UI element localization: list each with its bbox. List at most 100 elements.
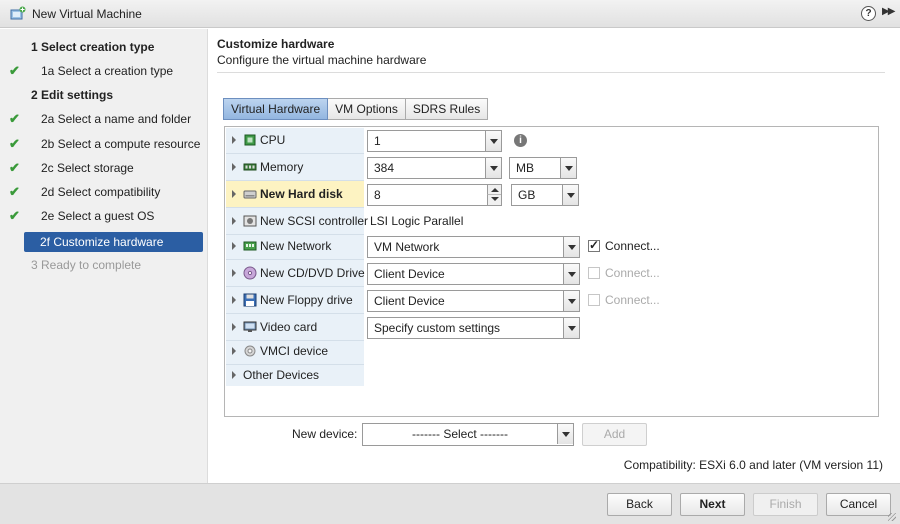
expand-icon[interactable]: ▶▶ <box>882 6 895 17</box>
video-value: Specify custom settings <box>374 321 501 335</box>
tab-vm-options[interactable]: VM Options <box>328 98 406 120</box>
vmci-label: VMCI device <box>260 344 329 358</box>
step-label: 2 Edit settings <box>31 88 114 102</box>
cdrom-select[interactable]: Client Device <box>367 263 580 285</box>
hardware-panel: CPU 1 i Memory 384 MB New Hard disk 8 GB… <box>224 126 879 417</box>
step-select-name-folder[interactable]: ✔ 2a Select a name and folder <box>0 109 208 129</box>
new-device-value: ------- Select ------- <box>412 427 508 441</box>
memory-input[interactable]: 384 <box>367 157 502 179</box>
hard-disk-label: New Hard disk <box>260 187 343 201</box>
compatibility-text: Compatibility: ESXi 6.0 and later (VM ve… <box>623 458 883 472</box>
page-title: Customize hardware <box>217 37 335 51</box>
check-icon: ✔ <box>9 111 20 126</box>
scsi-value: LSI Logic Parallel <box>370 214 464 228</box>
expand-arrow-icon[interactable] <box>232 323 236 331</box>
expand-arrow-icon[interactable] <box>232 163 236 171</box>
step-label: 2b Select a compute resource <box>41 137 201 151</box>
video-select[interactable]: Specify custom settings <box>367 317 580 339</box>
cpu-label: CPU <box>260 133 286 147</box>
vmci-device-icon <box>244 345 256 357</box>
step-ready-to-complete: 3 Ready to complete <box>0 255 208 275</box>
increment-icon[interactable] <box>487 185 501 195</box>
floppy-value: Client Device <box>374 294 445 308</box>
memory-label: Memory <box>260 160 304 174</box>
resize-grip-icon[interactable] <box>888 513 896 521</box>
video-card-icon <box>243 321 257 332</box>
floppy-select[interactable]: Client Device <box>367 290 580 312</box>
video-label: Video card <box>260 320 318 334</box>
chevron-down-icon[interactable] <box>485 131 501 151</box>
network-connect-checkbox[interactable] <box>588 238 600 252</box>
cancel-button[interactable]: Cancel <box>826 493 891 516</box>
check-icon: ✔ <box>9 160 20 175</box>
hard-disk-unit: GB <box>518 188 536 202</box>
device-row-network: New Network VM Network Connect... <box>225 233 878 260</box>
step-label: 2d Select compatibility <box>41 185 161 199</box>
floppy-icon <box>243 293 257 307</box>
check-icon: ✔ <box>9 208 20 223</box>
device-row-scsi: New SCSI controller LSI Logic Parallel <box>225 208 878 235</box>
hard-disk-unit-select[interactable]: GB <box>511 184 579 206</box>
step-select-guest-os[interactable]: ✔ 2e Select a guest OS <box>0 206 208 226</box>
cpu-icon <box>244 134 256 146</box>
step-select-storage[interactable]: ✔ 2c Select storage <box>0 158 208 178</box>
info-icon[interactable]: i <box>514 134 527 147</box>
hard-disk-icon <box>243 190 257 199</box>
step-customize-hardware[interactable]: 2f Customize hardware <box>24 232 203 252</box>
decrement-icon[interactable] <box>487 195 501 205</box>
device-row-cdrom: New CD/DVD Drive Client Device Connect..… <box>225 260 878 287</box>
memory-unit-select[interactable]: MB <box>509 157 577 179</box>
step-select-compute-resource[interactable]: ✔ 2b Select a compute resource <box>0 134 208 154</box>
chevron-down-icon[interactable] <box>562 185 578 205</box>
check-icon: ✔ <box>9 63 20 78</box>
cdrom-label: New CD/DVD Drive <box>260 266 365 280</box>
scsi-controller-icon <box>243 215 257 227</box>
expand-arrow-icon[interactable] <box>232 242 236 250</box>
back-button[interactable]: Back <box>607 493 672 516</box>
step-select-creation-type-group: 1 Select creation type <box>0 37 208 57</box>
hard-disk-size-stepper[interactable]: 8 <box>367 184 502 206</box>
chevron-down-icon[interactable] <box>485 158 501 178</box>
cpu-value: 1 <box>374 134 381 148</box>
step-label: 2e Select a guest OS <box>41 209 155 223</box>
tab-sdrs-rules[interactable]: SDRS Rules <box>405 98 489 120</box>
expand-arrow-icon[interactable] <box>232 217 236 225</box>
tab-virtual-hardware[interactable]: Virtual Hardware <box>223 98 329 120</box>
step-select-compatibility[interactable]: ✔ 2d Select compatibility <box>0 182 208 202</box>
memory-icon <box>243 163 257 171</box>
expand-arrow-icon[interactable] <box>232 136 236 144</box>
network-select[interactable]: VM Network <box>367 236 580 258</box>
title-bar: New Virtual Machine ? ▶▶ <box>0 0 900 28</box>
expand-arrow-icon[interactable] <box>232 296 236 304</box>
chevron-down-icon[interactable] <box>563 318 579 338</box>
new-device-select[interactable]: ------- Select ------- <box>362 423 574 446</box>
network-icon <box>243 241 257 251</box>
next-button[interactable]: Next <box>680 493 745 516</box>
memory-value: 384 <box>374 161 395 175</box>
expand-arrow-icon[interactable] <box>232 269 236 277</box>
chevron-down-icon[interactable] <box>563 291 579 311</box>
step-label: 2a Select a name and folder <box>41 112 192 126</box>
chevron-down-icon[interactable] <box>557 424 573 444</box>
step-label: 3 Ready to complete <box>31 258 142 272</box>
device-row-memory: Memory 384 MB <box>225 154 878 181</box>
add-device-button: Add <box>582 423 647 446</box>
expand-arrow-icon[interactable] <box>232 190 236 198</box>
network-connect-label: Connect... <box>605 239 660 253</box>
floppy-connect-checkbox <box>588 294 600 306</box>
chevron-down-icon[interactable] <box>563 264 579 284</box>
chevron-down-icon[interactable] <box>560 158 576 178</box>
cpu-select[interactable]: 1 <box>367 130 502 152</box>
footer: Back Next Finish Cancel <box>0 483 900 524</box>
help-icon[interactable]: ? <box>861 6 876 21</box>
cdrom-value: Client Device <box>374 267 445 281</box>
step-select-a-creation-type[interactable]: ✔ 1a Select a creation type <box>0 61 208 81</box>
page-subtitle: Configure the virtual machine hardware <box>217 53 427 67</box>
expand-arrow-icon[interactable] <box>232 371 236 379</box>
other-devices-label: Other Devices <box>243 368 320 382</box>
chevron-down-icon[interactable] <box>563 237 579 257</box>
network-label: New Network <box>260 239 332 253</box>
wizard-steps: 1 Select creation type ✔ 1a Select a crea… <box>0 29 208 483</box>
device-row-cpu: CPU 1 i <box>225 127 878 154</box>
expand-arrow-icon[interactable] <box>232 347 236 355</box>
